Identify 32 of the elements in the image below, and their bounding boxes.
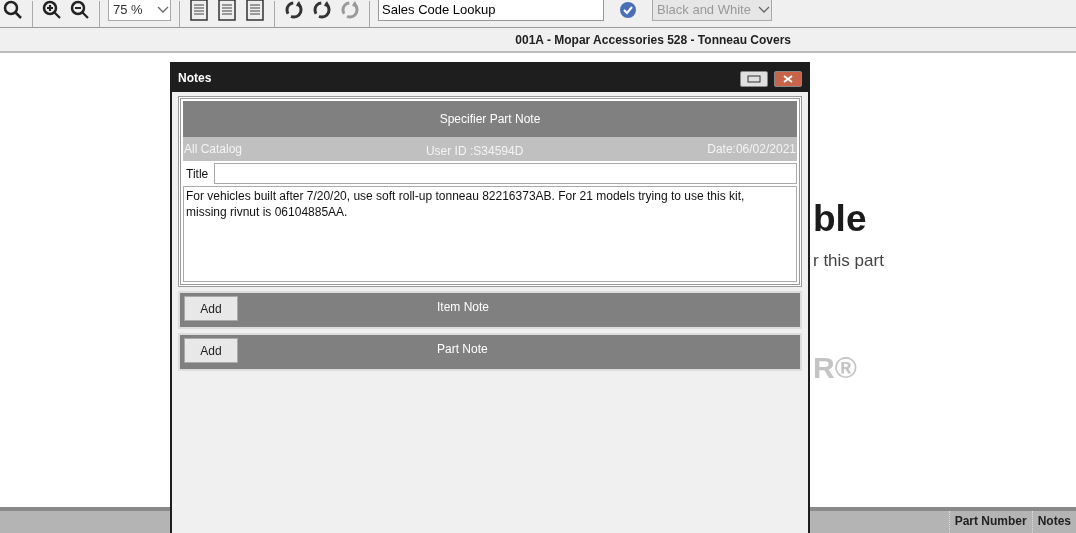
document-icon[interactable] — [188, 0, 210, 21]
document-icon[interactable] — [216, 0, 238, 21]
logo-text: R® — [813, 351, 857, 385]
section-label: Part Note — [437, 342, 488, 356]
title-field[interactable] — [214, 163, 797, 184]
window-icon — [747, 75, 761, 83]
unavailable-subtext: r this part — [813, 251, 884, 271]
caret-icon — [156, 4, 170, 15]
catalog-title: 001A - Mopar Accessories 528 - Tonneau Covers — [515, 32, 791, 47]
add-button[interactable]: Add — [184, 338, 238, 363]
zoom-select[interactable]: 75 % — [108, 0, 171, 21]
title-label: Title — [185, 166, 210, 181]
dialog-title: Notes — [178, 71, 212, 85]
search-icon[interactable] — [2, 0, 24, 21]
note-heading: Specifier Part Note — [183, 101, 797, 137]
close-icon — [783, 75, 793, 83]
column-header[interactable]: Notes — [1031, 511, 1076, 533]
add-button[interactable]: Add — [184, 296, 238, 321]
close-button[interactable] — [774, 71, 802, 87]
note-text[interactable]: For vehicles built after 7/20/20, use soft roll-up tonneau 82216373AB. For 21 models trying to use this kit, missing rivnut is 06104885AA. — [183, 186, 797, 282]
caret-icon — [757, 4, 771, 15]
document-icon[interactable] — [244, 0, 266, 21]
zoom-out-icon[interactable] — [69, 0, 91, 21]
check-icon[interactable] — [618, 0, 638, 20]
lookup-field[interactable]: Sales Code Lookup — [378, 0, 604, 21]
column-header[interactable]: Part Number — [948, 511, 1032, 533]
section-label: Item Note — [437, 300, 490, 314]
unavailable-heading: ble — [813, 200, 867, 237]
refresh-icon[interactable] — [283, 0, 305, 21]
zoom-in-icon[interactable] — [41, 0, 63, 21]
restore-button[interactable] — [740, 71, 768, 87]
refresh-icon[interactable] — [311, 0, 333, 21]
